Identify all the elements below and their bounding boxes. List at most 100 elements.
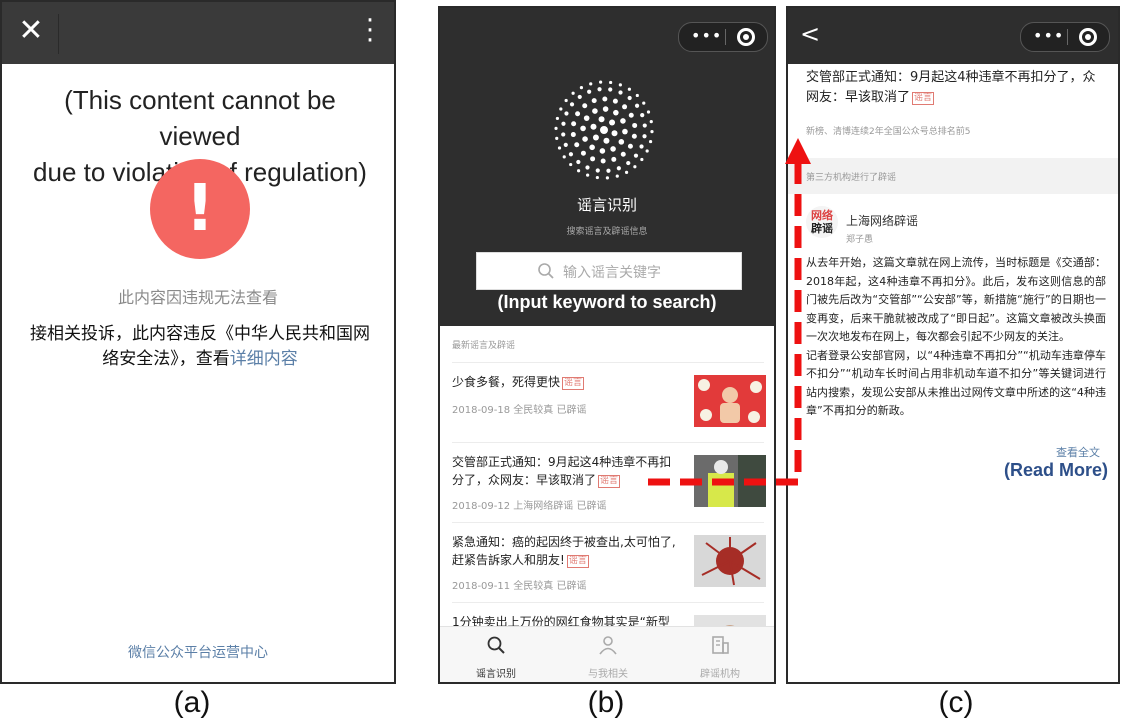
more-vertical-icon[interactable]: · · · [364,8,376,54]
miniprogram-capsule: ••• [1020,22,1110,52]
logo-dot [628,112,634,118]
item-title-text: 紧急通知：癌的起因终于被查出,太可怕了,赶紧告訴家人和朋友! [452,535,676,567]
logo-dot [622,128,628,135]
logo-dot [648,139,653,144]
thumbnail-image [694,535,766,587]
logo-dot [600,126,608,134]
logo-dot [624,170,629,174]
top-bar: < ••• [788,8,1118,64]
logo-dot [620,118,626,124]
more-dots-icon[interactable]: ••• [1033,27,1064,45]
logo-dot [611,156,617,162]
logo-dot [571,121,577,127]
more-dots-icon[interactable]: ••• [691,27,722,45]
logo-dot [603,137,610,144]
tab-label: 谣言识别 [476,669,516,680]
logo-dot [618,139,625,145]
tab-debunk-orgs[interactable]: 辟谣机构 [664,627,774,682]
logo-dot [600,158,606,164]
logo-dot [609,119,616,126]
item-meta: 2018-09-12 上海网络辟谣 已辟谣 [452,501,607,512]
list-item[interactable]: 交管部正式通知：9月起这4种违章不再扣分了，众网友：早该取消了 谣言 2018-0… [452,442,766,523]
logo-dot [559,107,563,111]
logo-dot [562,155,566,159]
logo-dot [592,108,598,114]
logo-dot [645,149,649,153]
details-link[interactable]: 详细内容 [230,349,298,369]
tab-rumor-identify[interactable]: 谣言识别 [440,627,552,682]
top-bar: ✕ · · · [2,2,394,64]
logo-dot [554,126,558,130]
logo-dot [640,113,645,118]
divider [58,14,59,54]
search-header: ••• 谣言识别 搜索谣言及辟谣信息 输入谣言关键字 (Input keywor… [440,8,774,326]
logo-dot [606,168,611,173]
caption-c: (c) [938,686,974,719]
logo-dot [609,80,613,85]
paragraph: 记者登录公安部官网，以“4种违章不再扣分”“机动车违章停车不扣分”“机动车长时间… [806,348,1106,418]
tab-related-to-me[interactable]: 与我相关 [552,627,664,682]
logo-dot [589,82,593,86]
panel-a-blocked-content: ✕ · · · (This content cannot be viewed due… [0,0,396,684]
logo-dot [586,173,590,177]
logo-dot [599,80,603,84]
logo-dot [639,144,644,149]
logo-dot [579,86,584,90]
logo-dot [615,174,619,178]
back-chevron-icon[interactable]: < [800,20,820,48]
list-item[interactable]: 紧急通知：癌的起因终于被查出,太可怕了,赶紧告訴家人和朋友! 谣言 2018-09… [452,522,766,603]
tab-label: 辟谣机构 [700,669,740,680]
logo-dot [564,98,568,103]
rumor-tag: 谣言 [562,377,585,390]
avatar: 网络 辟谣 [806,206,838,238]
read-more-link[interactable]: 查看全文 [1056,444,1100,460]
alert-icon: ! [150,159,250,259]
logo-dot [598,116,605,123]
item-meta: 2018-09-18 全民较真 已辟谣 [452,405,587,416]
logo-dot [576,159,581,165]
close-icon[interactable]: ✕ [16,16,46,46]
caption-b: (b) [587,686,625,719]
section-header: 最新谣言及辟谣 [452,341,516,351]
logo-dot [582,136,588,142]
item-title-text: 交管部正式通知：9月起这4种违章不再扣分了，众网友：早该取消了 [452,455,672,487]
org-name[interactable]: 上海网络辟谣 [846,212,918,229]
search-input[interactable]: 输入谣言关键字 [476,252,742,290]
article-body: 从去年开始，这篇文章就在网上流传，当时标题是《交通部：2018年起，这4种违章不… [806,254,1106,421]
logo-dot [583,115,590,121]
logo-dot [650,130,654,134]
logo-dot [555,136,559,140]
annotation-line-1: (This content cannot be viewed [64,85,336,151]
rumor-tag: 谣言 [912,92,935,105]
logo-dot [605,176,609,180]
logo-dot [563,142,568,147]
logo-dot [602,96,608,102]
logo-dot [646,110,651,114]
logo-dot [587,89,592,94]
item-title: 紧急通知：癌的起因终于被查出,太可怕了,赶紧告訴家人和朋友! 谣言 [452,533,680,569]
miniprogram-capsule: ••• [678,22,768,52]
thumbnail-image [694,455,766,507]
logo-dot [568,152,574,157]
panel-c-article: < ••• 交管部正式通知：9月起这4种违章不再扣分了，众网友：早该取消了 谣言 … [786,6,1120,684]
caption-a: (a) [173,686,211,719]
capsule-divider [725,29,726,45]
panel-b-rumor-search: ••• 谣言识别 搜索谣言及辟谣信息 输入谣言关键字 (Input keywor… [438,6,776,684]
logo-dot [561,121,566,126]
logo-dot [580,125,586,132]
item-title-text: 少食多餐，死得更快 [452,375,561,389]
user-icon [599,636,617,655]
logo-dot [618,83,622,87]
article-title-text: 交管部正式通知：9月起这4种违章不再扣分了，众网友：早该取消了 [806,70,1096,105]
logo-dot [620,151,626,157]
logo-dot [564,111,569,116]
annotation-read-more: (Read More) [1003,460,1108,480]
list-item[interactable]: 少食多餐，死得更快 谣言 2018-09-18 全民较真 已辟谣 [452,362,766,443]
logo-dot [577,94,582,100]
logo-dot [631,133,637,139]
logo-dot [595,168,600,173]
logo-dot [632,122,638,128]
building-icon [712,636,729,654]
item-title: 少食多餐，死得更快 谣言 [452,373,680,391]
logo-dot [622,104,628,110]
